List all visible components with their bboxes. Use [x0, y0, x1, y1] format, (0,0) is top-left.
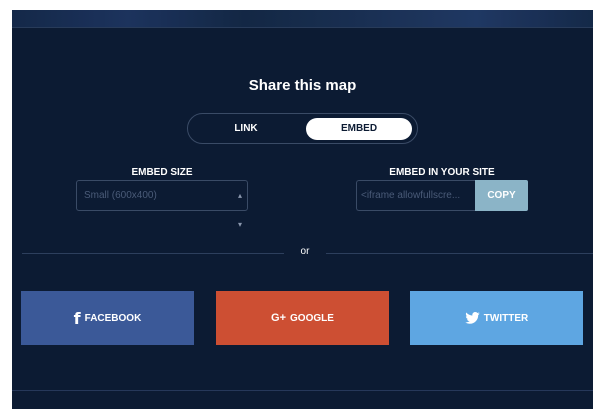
twitter-label: TWITTER: [483, 312, 529, 324]
bottom-divider: [12, 390, 593, 391]
embed-site-label: EMBED IN YOUR SITE: [389, 167, 495, 178]
embed-size-label: EMBED SIZE: [131, 167, 193, 178]
divider-right: [326, 253, 593, 254]
share-title: Share this map: [248, 77, 357, 94]
facebook-icon: f: [73, 308, 81, 328]
divider-left: [22, 253, 284, 254]
embed-size-select[interactable]: Small (600x400) ▴ ▾: [76, 180, 248, 229]
tab-link[interactable]: LINK: [194, 118, 298, 140]
map-preview-strip: [12, 10, 593, 28]
share-mode-toggle: LINK EMBED: [187, 113, 418, 144]
facebook-share-button[interactable]: f FACEBOOK: [21, 291, 194, 345]
facebook-label: FACEBOOK: [84, 312, 142, 324]
google-share-button[interactable]: G+ GOOGLE: [216, 291, 389, 345]
twitter-icon: [465, 312, 480, 324]
tab-embed[interactable]: EMBED: [306, 118, 412, 140]
share-panel: Share this map LINK EMBED EMBED SIZE Sma…: [12, 10, 593, 409]
embed-size-value: Small (600x400): [84, 190, 157, 201]
embed-code-input[interactable]: <iframe allowfullscre...: [356, 180, 475, 211]
select-arrows-icon: ▴ ▾: [237, 191, 242, 229]
twitter-share-button[interactable]: TWITTER: [410, 291, 583, 345]
copy-button[interactable]: COPY: [475, 180, 528, 211]
google-label: GOOGLE: [290, 312, 334, 324]
divider-or-text: or: [300, 246, 310, 257]
google-plus-icon: G+: [271, 312, 287, 324]
